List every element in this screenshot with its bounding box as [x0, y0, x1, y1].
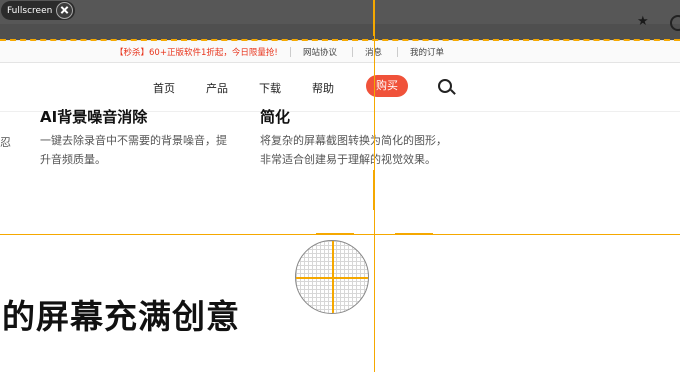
feature-desc-cut: 忍 [0, 136, 11, 149]
search-icon[interactable] [438, 79, 452, 93]
promo-sale-link[interactable]: 【秒杀】60+正版软件1折起，今日限量抢! [115, 46, 278, 58]
promo-bar: 【秒杀】60+正版软件1折起，今日限量抢! 网站协议 消息 我的订单 [0, 41, 680, 63]
link-site-agreement[interactable]: 网站协议 [303, 46, 337, 58]
feature-desc: 非常适合创建易于理解的视觉效果。 [260, 153, 436, 166]
link-my-orders[interactable]: 我的订单 [410, 46, 444, 58]
section-headline: 的屏幕充满创意 [2, 297, 240, 336]
nav-download[interactable]: 下载 [259, 80, 281, 96]
feature-desc: 将复杂的屏幕截图转换为简化的图形， [260, 134, 447, 147]
feature-desc: 一键去除录音中不需要的背景噪音，提 [40, 134, 227, 147]
browser-chrome: ★ [0, 0, 680, 40]
nav-help[interactable]: 帮助 [312, 80, 334, 96]
extension-icon[interactable] [670, 15, 680, 31]
feature-desc: 升音频质量。 [40, 153, 106, 166]
bookmark-star-icon[interactable]: ★ [637, 14, 649, 29]
crosshair-handle [316, 233, 354, 235]
magnifier: 1920 x 953 [295, 240, 369, 332]
crosshair-handle [373, 170, 375, 210]
fullscreen-label: Fullscreen [7, 5, 53, 16]
nav-home[interactable]: 首页 [153, 80, 175, 96]
close-icon[interactable] [56, 2, 74, 19]
magnifier-lens [295, 240, 369, 314]
buy-button[interactable]: 购买 [366, 75, 408, 97]
divider [397, 47, 398, 57]
nav-products[interactable]: 产品 [206, 80, 228, 96]
crosshair-horizontal [296, 277, 368, 279]
feature-title: 简化 [260, 108, 291, 126]
main-nav: 首页 产品 下载 帮助 购买 [0, 63, 680, 112]
fullscreen-badge[interactable]: Fullscreen [1, 1, 76, 20]
crosshair-handle [395, 233, 433, 235]
resolution-label: 1920 x 953 [309, 318, 355, 327]
crosshair-handle [373, 0, 375, 36]
divider [352, 47, 353, 57]
divider [290, 47, 291, 57]
tab-bar [0, 0, 680, 24]
feature-title: AI背景噪音消除 [40, 108, 148, 126]
